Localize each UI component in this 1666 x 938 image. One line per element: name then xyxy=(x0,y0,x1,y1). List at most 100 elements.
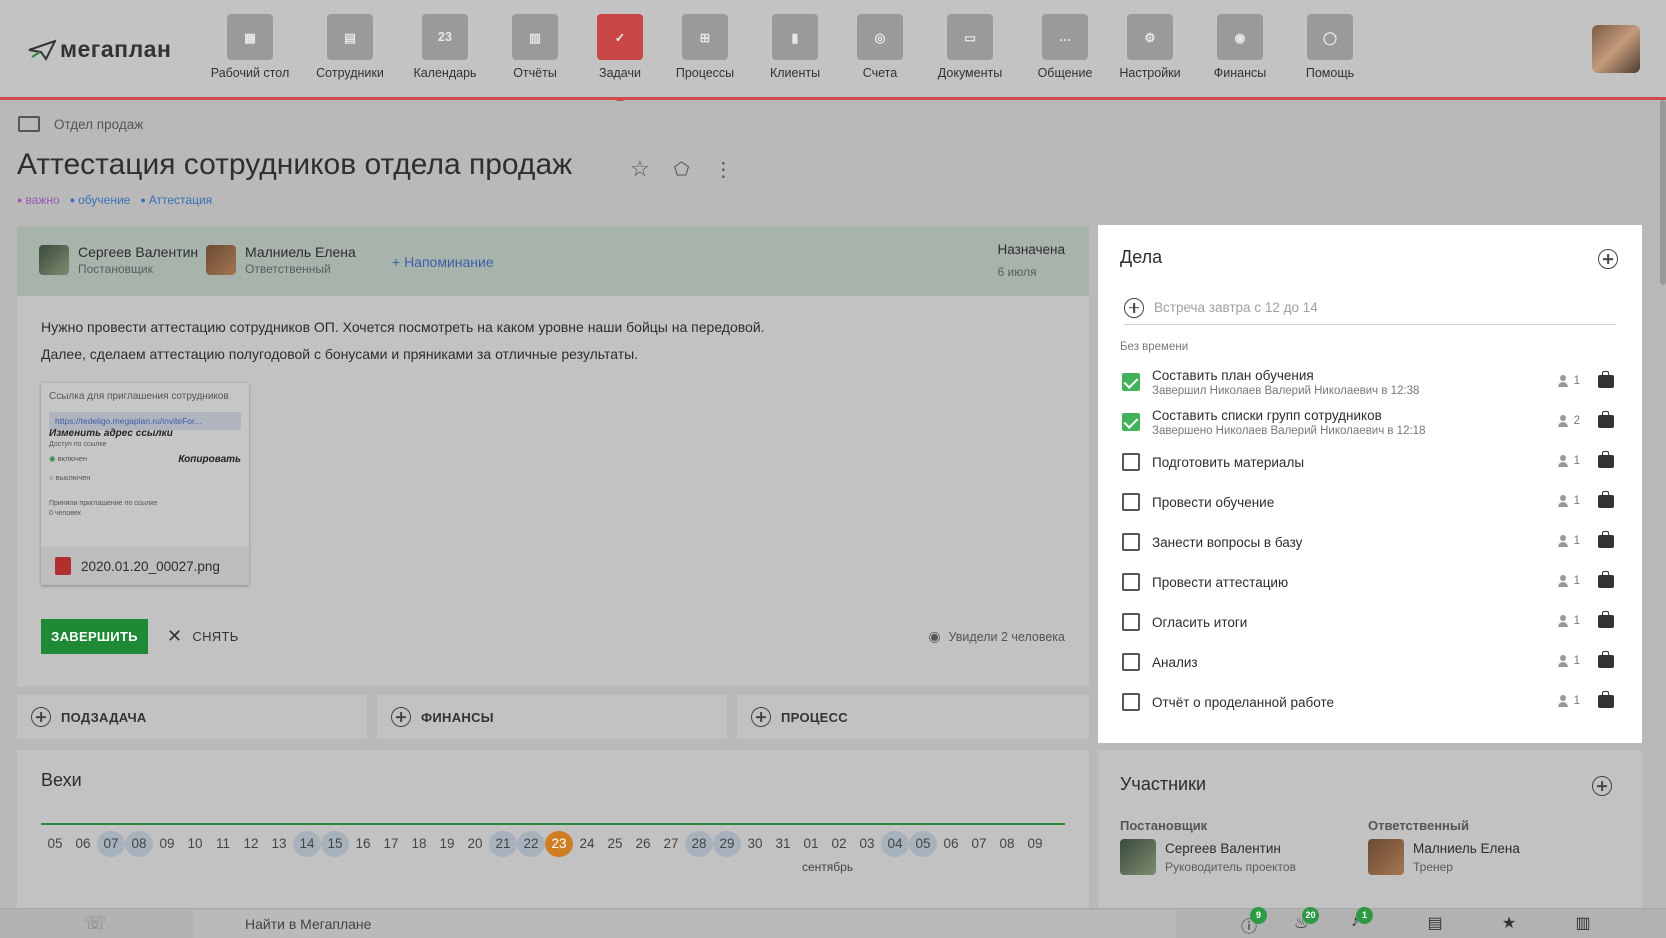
milestone-day[interactable]: 07 xyxy=(97,831,125,857)
todo-assignee-count[interactable]: 1 xyxy=(1557,655,1580,667)
todo-checkbox[interactable] xyxy=(1122,453,1140,471)
nav-item[interactable]: ▭ Документы xyxy=(920,14,1020,80)
remove-button[interactable]: ✕ СНЯТЬ xyxy=(167,619,239,654)
alert-icon[interactable]: ⓘ 9 xyxy=(1238,907,1267,936)
milestone-day[interactable]: 08 xyxy=(125,831,153,857)
tag[interactable]: важно xyxy=(17,193,59,207)
participant-responsible[interactable]: Ответственный Малниель Елена Тренер xyxy=(1368,818,1520,875)
add-participant-icon[interactable] xyxy=(1592,776,1612,796)
todo-checkbox[interactable] xyxy=(1122,573,1140,591)
milestone-day[interactable]: 22 xyxy=(517,831,545,857)
todo-checkbox[interactable] xyxy=(1122,693,1140,711)
todo-checkbox[interactable] xyxy=(1122,493,1140,511)
milestone-day[interactable]: 05 xyxy=(909,831,937,857)
milestone-day[interactable]: 02 xyxy=(825,831,853,857)
milestone-day[interactable]: 23 xyxy=(545,831,573,857)
milestone-day[interactable]: 19 xyxy=(433,831,461,857)
briefcase-icon[interactable] xyxy=(1598,451,1614,468)
briefcase-icon[interactable] xyxy=(1598,491,1614,508)
milestone-day[interactable]: 30 xyxy=(741,831,769,857)
todo-assignee-count[interactable]: 1 xyxy=(1557,615,1580,627)
tag[interactable]: Аттестация xyxy=(140,193,212,207)
nav-item[interactable]: ◉ Финансы xyxy=(1190,14,1290,80)
phone-icon[interactable]: ☏ xyxy=(84,913,107,934)
milestone-day[interactable]: 26 xyxy=(629,831,657,857)
todo-checkbox[interactable] xyxy=(1122,613,1140,631)
todo-item[interactable]: Составить списки групп сотрудников Заверш… xyxy=(1122,404,1614,442)
milestone-day[interactable]: 10 xyxy=(181,831,209,857)
book-icon[interactable]: ▥ xyxy=(1572,913,1594,933)
user-avatar[interactable] xyxy=(1592,25,1640,73)
page-scrollbar[interactable] xyxy=(1660,100,1666,285)
milestone-day[interactable]: 06 xyxy=(69,831,97,857)
milestone-day[interactable]: 01 xyxy=(797,831,825,857)
nav-item[interactable]: ⚙ Настройки xyxy=(1100,14,1200,80)
milestone-day[interactable]: 05 xyxy=(41,831,69,857)
task-owner[interactable]: Сергеев Валентин Постановщик xyxy=(39,244,198,276)
todo-checkbox[interactable] xyxy=(1122,413,1140,431)
briefcase-icon[interactable] xyxy=(1598,651,1614,668)
todo-assignee-count[interactable]: 1 xyxy=(1557,535,1580,547)
todo-assignee-count[interactable]: 2 xyxy=(1557,415,1580,427)
milestone-day[interactable]: 13 xyxy=(265,831,293,857)
fire-icon[interactable]: ♨ 20 xyxy=(1290,907,1319,933)
milestone-day[interactable]: 18 xyxy=(405,831,433,857)
milestone-day[interactable]: 24 xyxy=(573,831,601,857)
todo-item[interactable]: Огласить итоги 1 xyxy=(1122,604,1614,642)
todo-checkbox[interactable] xyxy=(1122,653,1140,671)
bell-icon[interactable]: ♪ 1 xyxy=(1344,907,1373,933)
todo-checkbox[interactable] xyxy=(1122,533,1140,551)
milestone-day[interactable]: 08 xyxy=(993,831,1021,857)
milestone-day[interactable]: 09 xyxy=(153,831,181,857)
milestone-day[interactable]: 11 xyxy=(209,831,237,857)
todo-item[interactable]: Провести аттестацию 1 xyxy=(1122,564,1614,602)
milestone-day[interactable]: 28 xyxy=(685,831,713,857)
todo-assignee-count[interactable]: 1 xyxy=(1557,495,1580,507)
milestone-day[interactable]: 29 xyxy=(713,831,741,857)
milestone-day[interactable]: 14 xyxy=(293,831,321,857)
milestone-day[interactable]: 31 xyxy=(769,831,797,857)
milestone-day[interactable]: 04 xyxy=(881,831,909,857)
milestone-day[interactable]: 17 xyxy=(377,831,405,857)
tag-icon[interactable]: ⬠ xyxy=(674,159,690,180)
attachment-card[interactable]: Ссылка для приглашения сотрудников https… xyxy=(41,383,249,585)
nav-item[interactable]: ◎ Счета xyxy=(830,14,930,80)
add-todo-icon[interactable] xyxy=(1598,249,1618,269)
nav-item[interactable]: ⊞ Процессы xyxy=(655,14,755,80)
nav-item[interactable]: 23 Календарь xyxy=(395,14,495,80)
breadcrumb[interactable]: Отдел продаж xyxy=(18,116,143,132)
megaplan-logo[interactable]: мегаплан xyxy=(28,36,171,63)
briefcase-icon[interactable] xyxy=(1598,411,1614,428)
task-status[interactable]: Назначена 6 июля xyxy=(998,242,1065,279)
nav-item[interactable]: ▦ Рабочий стол xyxy=(200,14,300,80)
briefcase-icon[interactable] xyxy=(1598,531,1614,548)
todo-assignee-count[interactable]: 1 xyxy=(1557,375,1580,387)
global-search[interactable]: Найти в Мегаплане xyxy=(193,910,1176,938)
new-todo-input[interactable] xyxy=(1154,300,1594,315)
todo-item[interactable]: Подготовить материалы 1 xyxy=(1122,444,1614,482)
attachment-file[interactable]: 2020.01.20_00027.png xyxy=(41,547,249,585)
milestone-day[interactable]: 07 xyxy=(965,831,993,857)
milestone-day[interactable]: 16 xyxy=(349,831,377,857)
participant-owner[interactable]: Постановщик Сергеев Валентин Руководител… xyxy=(1120,818,1296,875)
complete-button[interactable]: ЗАВЕРШИТЬ xyxy=(41,619,148,654)
milestone-day[interactable]: 06 xyxy=(937,831,965,857)
todo-item[interactable]: Анализ 1 xyxy=(1122,644,1614,682)
todo-checkbox[interactable] xyxy=(1122,373,1140,391)
briefcase-icon[interactable] xyxy=(1598,371,1614,388)
add-finance-button[interactable]: ФИНАНСЫ xyxy=(377,695,727,739)
briefcase-icon[interactable] xyxy=(1598,611,1614,628)
add-process-button[interactable]: ПРОЦЕСС xyxy=(737,695,1089,739)
milestone-day[interactable]: 21 xyxy=(489,831,517,857)
milestone-day[interactable]: 20 xyxy=(461,831,489,857)
todo-assignee-count[interactable]: 1 xyxy=(1557,695,1580,707)
milestone-day[interactable]: 09 xyxy=(1021,831,1049,857)
todo-assignee-count[interactable]: 1 xyxy=(1557,575,1580,587)
star-icon[interactable]: ☆ xyxy=(630,156,650,182)
favorites-star-icon[interactable]: ★ xyxy=(1498,913,1520,933)
milestone-day[interactable]: 25 xyxy=(601,831,629,857)
nav-item[interactable]: ◯ Помощь xyxy=(1280,14,1380,80)
milestone-day[interactable]: 27 xyxy=(657,831,685,857)
message-icon[interactable]: ▤ xyxy=(1424,913,1446,933)
milestone-day[interactable]: 15 xyxy=(321,831,349,857)
